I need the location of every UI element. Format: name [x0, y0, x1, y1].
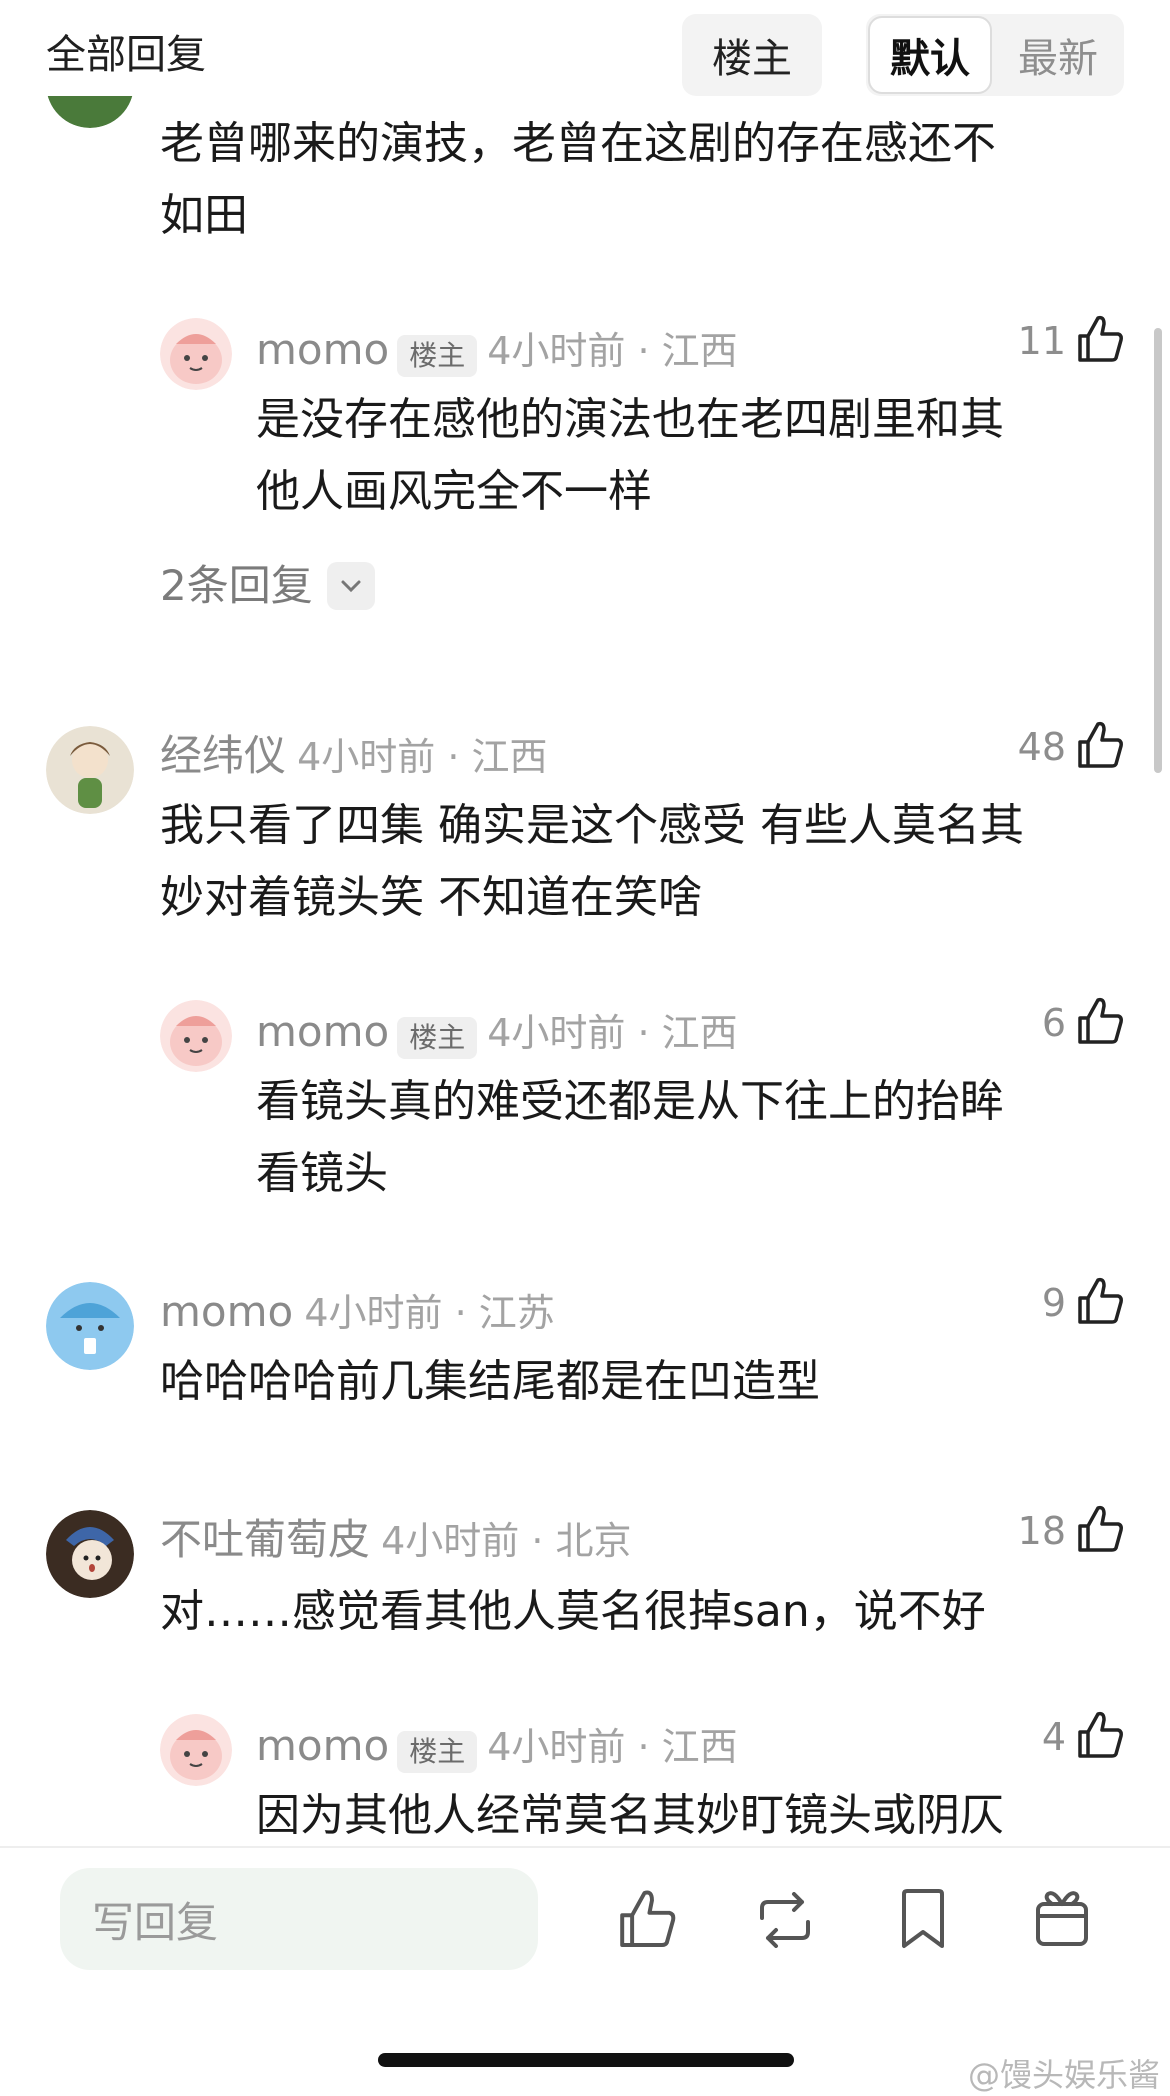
comment-header: momo 楼主 4小时前 · 江西 — [256, 320, 738, 381]
username[interactable]: 不吐葡萄皮 — [160, 1515, 370, 1564]
thumb-up-icon — [1076, 996, 1124, 1050]
op-badge: 楼主 — [397, 1730, 478, 1773]
like-count: 18 — [1017, 1509, 1066, 1553]
username[interactable]: momo — [256, 1721, 389, 1770]
like-button[interactable]: 48 — [994, 720, 1124, 774]
thumb-up-icon — [616, 1890, 678, 1954]
thumb-up-icon — [1076, 720, 1124, 774]
divider — [0, 1846, 1170, 1848]
sort-default-button[interactable]: 默认 — [868, 16, 992, 94]
filter-op-button[interactable]: 楼主 — [682, 14, 822, 96]
sort-toggle: 默认 最新 — [866, 14, 1124, 96]
gift-icon — [1034, 1891, 1090, 1952]
more-replies-button[interactable]: 2条回复 — [160, 560, 375, 612]
comment-header: momo 4小时前 · 江苏 — [160, 1282, 555, 1338]
username[interactable]: momo — [256, 1007, 389, 1056]
repost-icon — [752, 1892, 818, 1952]
timestamp-location: 4小时前 · 江西 — [487, 1011, 738, 1055]
timestamp-location: 4小时前 · 北京 — [381, 1519, 632, 1563]
comment-text: 老曾哪来的演技，老曾在这剧的存在感还不 如田 — [160, 118, 996, 241]
comment-header: momo 楼主 4小时前 · 江西 — [256, 1716, 738, 1777]
like-count: 6 — [1041, 1001, 1066, 1045]
username[interactable]: 经纬仪 — [160, 731, 286, 780]
like-post-button[interactable] — [616, 1888, 678, 1954]
username[interactable]: momo — [256, 325, 389, 374]
comment-text: 看镜头真的难受还都是从下往上的抬眸 看镜头 — [256, 1076, 1004, 1199]
comment-text: 因为其他人经常莫名其妙盯镜头或阴仄 — [256, 1790, 1004, 1841]
comment-header: momo 楼主 4小时前 · 江西 — [256, 1002, 738, 1063]
chevron-down-icon — [326, 562, 375, 610]
page-title: 全部回复 — [46, 32, 206, 78]
gift-button[interactable] — [1034, 1886, 1090, 1952]
avatar[interactable] — [160, 318, 232, 390]
avatar[interactable] — [46, 1282, 134, 1370]
like-count: 48 — [1017, 725, 1066, 769]
avatar[interactable] — [160, 1714, 232, 1786]
bookmark-icon — [898, 1889, 948, 1954]
thumb-up-icon — [1076, 1504, 1124, 1558]
like-count: 4 — [1041, 1715, 1066, 1759]
thumb-up-icon — [1076, 1276, 1124, 1330]
avatar[interactable] — [46, 726, 134, 814]
username[interactable]: momo — [160, 1287, 293, 1336]
op-badge: 楼主 — [397, 334, 478, 377]
like-button[interactable]: 18 — [994, 1504, 1124, 1558]
like-count: 11 — [1017, 319, 1066, 363]
repost-button[interactable] — [752, 1892, 818, 1952]
scrollbar[interactable] — [1154, 328, 1162, 773]
like-button[interactable]: 11 — [994, 314, 1124, 368]
watermark: @馒头娱乐酱 — [967, 2056, 1160, 2094]
timestamp-location: 4小时前 · 江苏 — [304, 1291, 555, 1335]
sort-latest-button[interactable]: 最新 — [994, 16, 1122, 94]
reply-input[interactable]: 写回复 — [60, 1868, 538, 1970]
comment-header: 经纬仪 4小时前 · 江西 — [160, 726, 548, 782]
comment-text: 哈哈哈哈前几集结尾都是在凹造型 — [160, 1356, 820, 1407]
timestamp-location: 4小时前 · 江西 — [297, 735, 548, 779]
like-button[interactable]: 4 — [994, 1710, 1124, 1764]
avatar[interactable] — [46, 1510, 134, 1598]
like-count: 9 — [1041, 1281, 1066, 1325]
thumb-up-icon — [1076, 314, 1124, 368]
comment-text: 对……感觉看其他人莫名很掉san，说不好 — [160, 1586, 986, 1637]
home-indicator — [378, 2053, 794, 2067]
like-button[interactable]: 6 — [994, 996, 1124, 1050]
like-button[interactable]: 9 — [994, 1276, 1124, 1330]
op-badge: 楼主 — [397, 1016, 478, 1059]
timestamp-location: 4小时前 · 江西 — [487, 329, 738, 373]
thumb-up-icon — [1076, 1710, 1124, 1764]
comment-text: 是没存在感他的演法也在老四剧里和其 他人画风完全不一样 — [256, 394, 1004, 517]
avatar[interactable] — [160, 1000, 232, 1072]
comment-text: 我只看了四集 确实是这个感受 有些人莫名其 妙对着镜头笑 不知道在笑啥 — [160, 800, 1024, 923]
timestamp-location: 4小时前 · 江西 — [487, 1725, 738, 1769]
comment-header: 不吐葡萄皮 4小时前 · 北京 — [160, 1510, 632, 1566]
bookmark-button[interactable] — [898, 1888, 948, 1954]
